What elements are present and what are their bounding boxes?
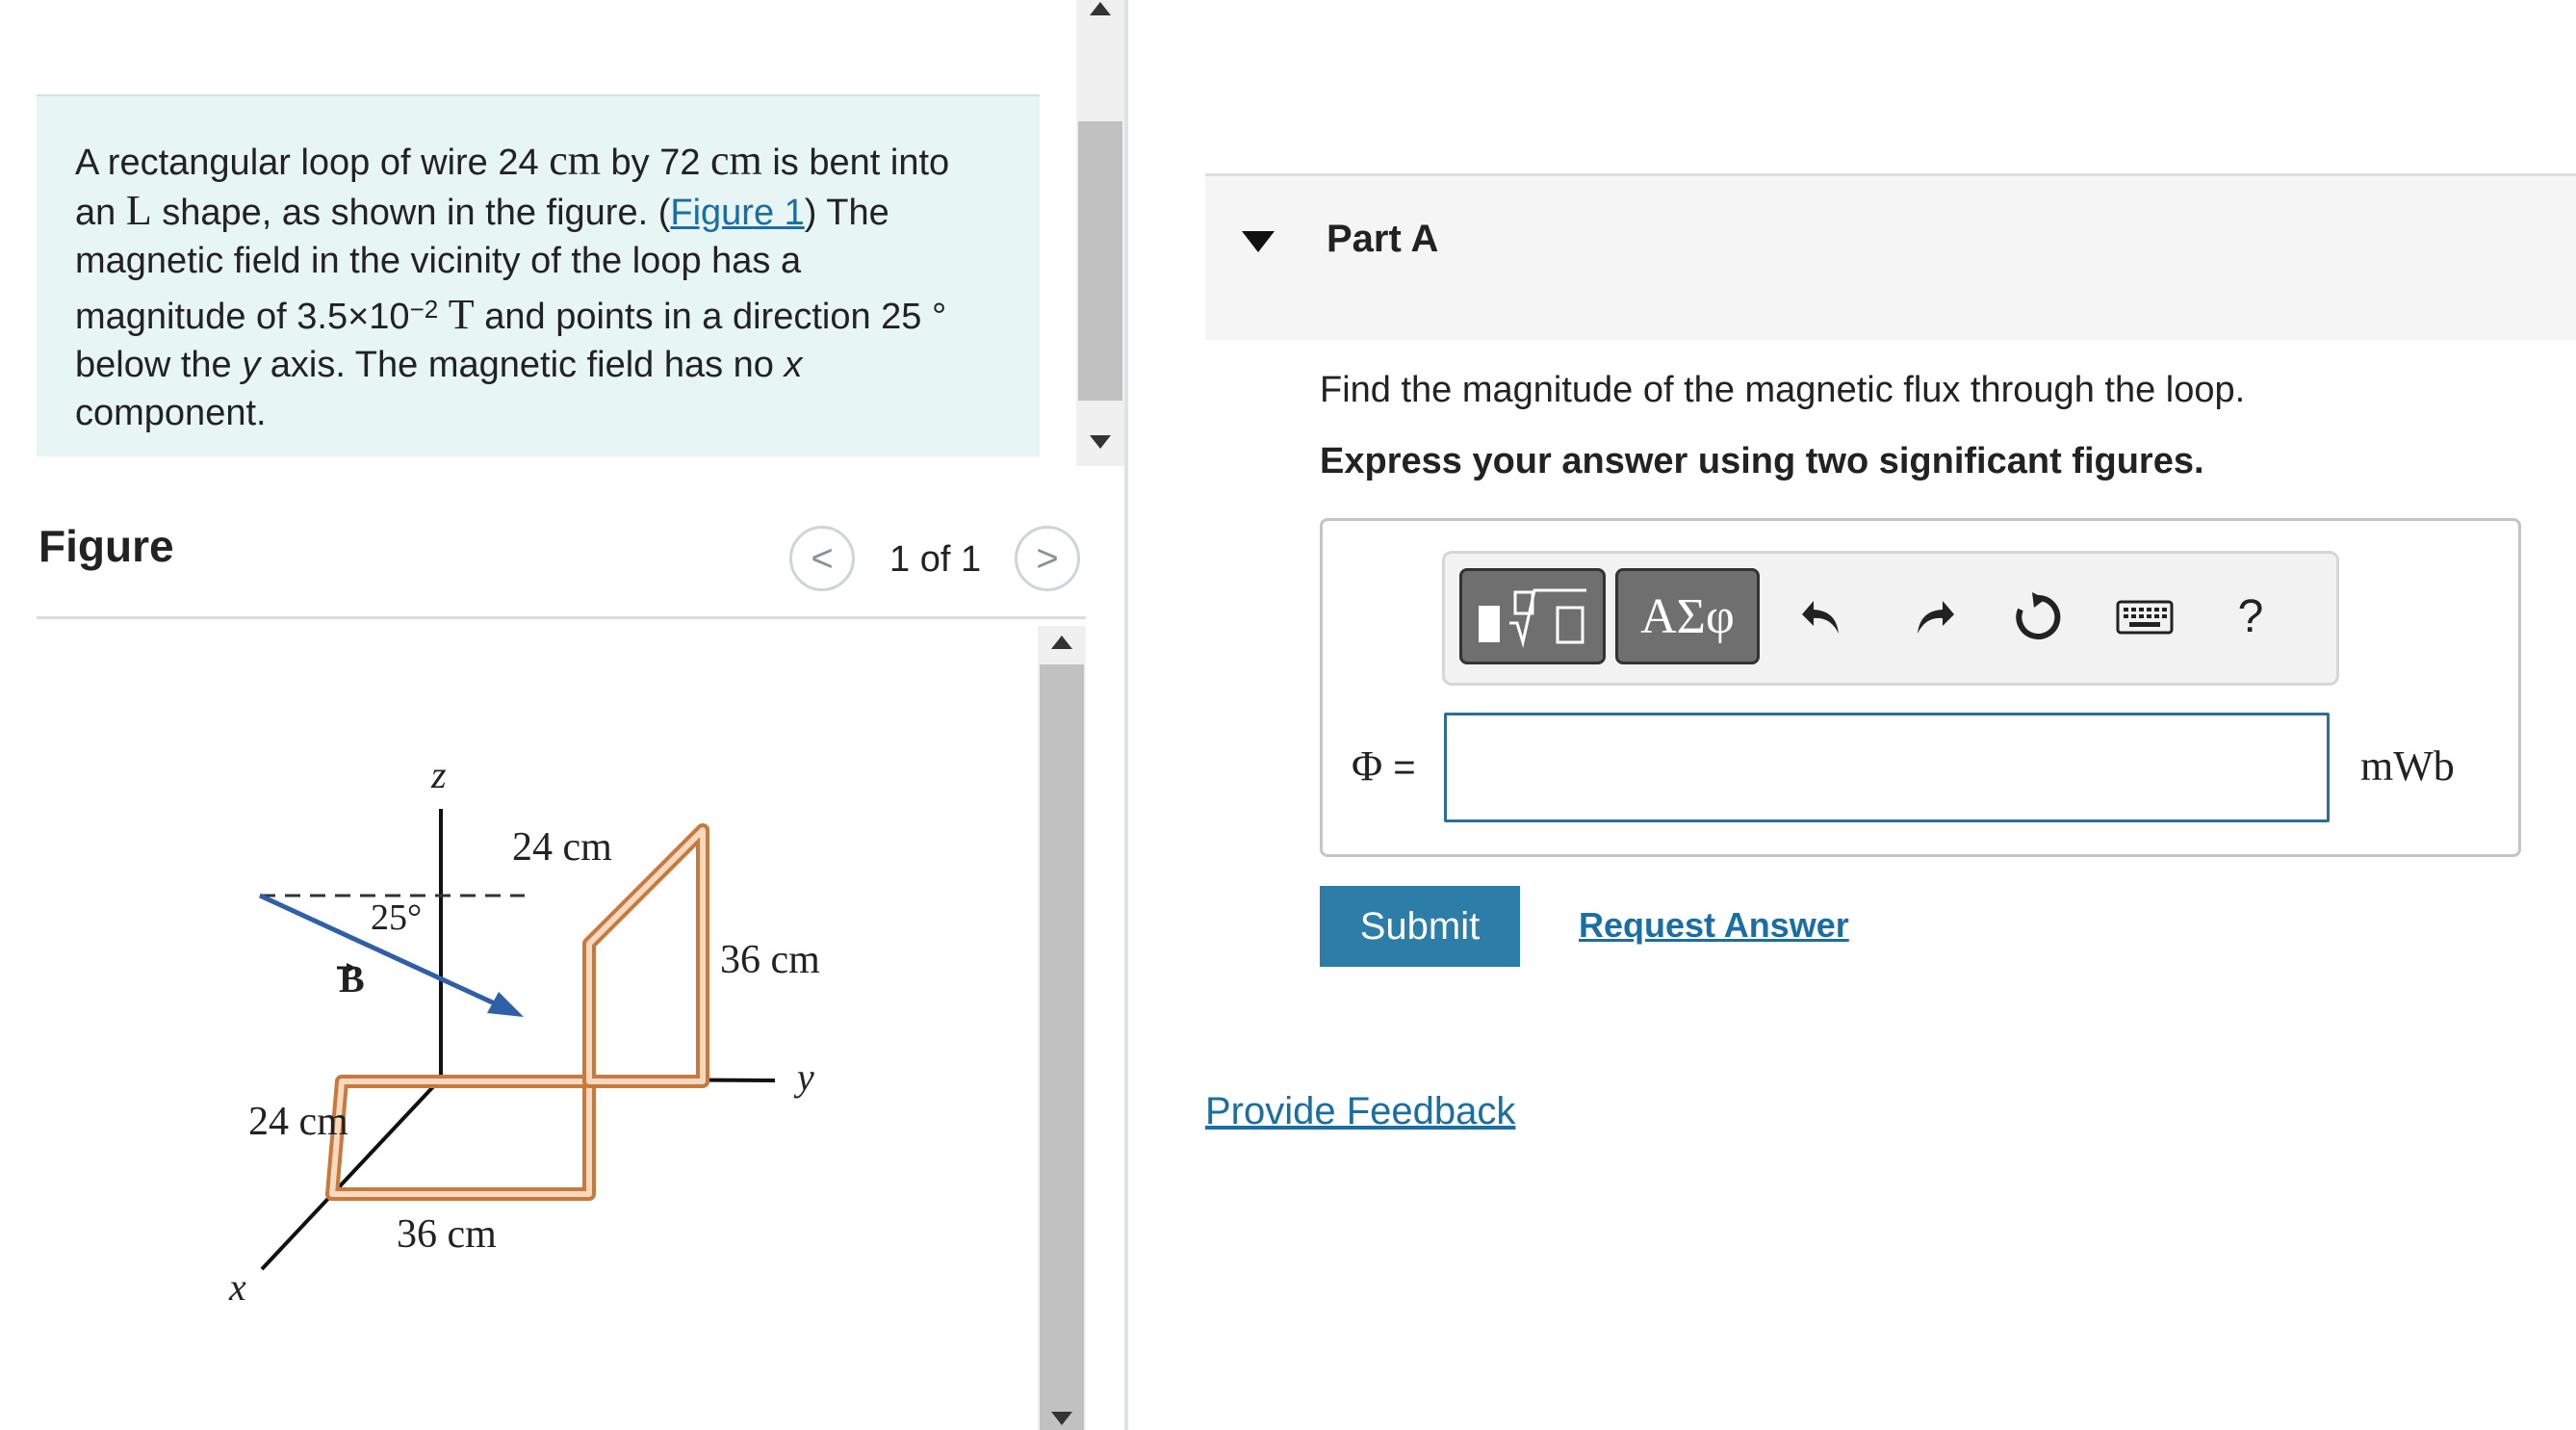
side-length-label: 24 cm xyxy=(248,1100,348,1144)
problem-line-6: component. xyxy=(75,389,1001,437)
bottom-length-label: 36 cm xyxy=(397,1212,497,1257)
field-vector-label: B xyxy=(339,957,365,1001)
unit-tesla: T xyxy=(448,291,475,338)
answer-unit: mWb xyxy=(2360,742,2455,790)
undo-button[interactable] xyxy=(1796,589,1850,643)
problem-line-3: magnetic field in the vicinity of the lo… xyxy=(75,237,1001,285)
exponent: −2 xyxy=(409,295,439,324)
problem-text: magnetic field in the vicinity of the lo… xyxy=(75,241,802,281)
redo-icon xyxy=(1918,601,1954,634)
height-label: 36 cm xyxy=(720,938,820,982)
submit-button[interactable]: Submit xyxy=(1320,886,1520,967)
figure-link[interactable]: Figure 1 xyxy=(670,193,804,233)
pane-divider[interactable] xyxy=(1124,0,1128,1430)
problem-line-1: A rectangular loop of wire 24 cm by 72 c… xyxy=(75,137,1001,187)
chevron-right-icon: > xyxy=(1036,536,1059,580)
problem-statement: A rectangular loop of wire 24 cm by 72 c… xyxy=(37,94,1040,456)
angle-label: 25° xyxy=(371,897,422,938)
equals-sign: = xyxy=(1382,746,1416,789)
axis-x-symbol: x xyxy=(784,345,803,385)
scroll-down-arrow-icon[interactable] xyxy=(1090,435,1111,449)
problem-text: and points in a direction 25 ° xyxy=(474,297,947,337)
templates-button[interactable] xyxy=(1459,568,1606,664)
chevron-left-icon: < xyxy=(811,536,834,580)
redo-button[interactable] xyxy=(1906,589,1960,643)
question-text: Find the magnitude of the magnetic flux … xyxy=(1320,370,2246,410)
provide-feedback-link[interactable]: Provide Feedback xyxy=(1205,1090,1515,1133)
figure-page-count: 1 of 1 xyxy=(889,539,982,580)
y-axis-label: y xyxy=(793,1055,814,1099)
undo-icon xyxy=(1802,601,1839,634)
problem-text: A rectangular loop of wire 24 xyxy=(75,143,550,183)
problem-line-5: below the y axis. The magnetic field has… xyxy=(75,341,1001,389)
keyboard-button[interactable] xyxy=(2114,593,2176,641)
figure-scrollbar-thumb[interactable] xyxy=(1040,664,1084,1430)
z-axis-label: z xyxy=(430,753,447,796)
problem-line-2: an L shape, as shown in the figure. (Fig… xyxy=(75,187,1001,237)
shape-letter: L xyxy=(125,187,152,234)
problem-scrollbar-thumb[interactable] xyxy=(1078,121,1122,401)
loop-figure: z y x B 25° 24 cm 36 cm 24 cm 36 cm xyxy=(228,753,820,1309)
template-icon xyxy=(1479,588,1586,648)
request-answer-link[interactable]: Request Answer xyxy=(1579,905,1849,946)
collapse-caret-icon[interactable] xyxy=(1242,231,1275,252)
problem-text xyxy=(438,297,449,337)
part-title: Part A xyxy=(1327,218,1439,260)
help-button[interactable]: ? xyxy=(2224,587,2278,645)
x-axis-label: x xyxy=(228,1265,246,1309)
next-figure-button[interactable]: > xyxy=(1015,526,1080,591)
answer-input[interactable] xyxy=(1444,713,2330,822)
scroll-up-arrow-icon[interactable] xyxy=(1090,2,1111,15)
answer-variable-label: Φ = xyxy=(1352,741,1416,791)
scroll-down-arrow-icon[interactable] xyxy=(1051,1412,1072,1425)
problem-text: below the xyxy=(75,345,243,385)
axis-y-symbol: y xyxy=(242,345,261,385)
problem-text: by 72 xyxy=(600,143,711,183)
reset-icon xyxy=(2016,592,2061,639)
scroll-up-arrow-icon[interactable] xyxy=(1051,636,1072,649)
figure-heading: Figure xyxy=(39,521,174,571)
keyboard-icon xyxy=(2116,600,2174,635)
prev-figure-button[interactable]: < xyxy=(789,526,855,591)
reset-button[interactable] xyxy=(2008,587,2068,647)
problem-text: ) The xyxy=(804,193,889,233)
instruction-text: Express your answer using two significan… xyxy=(1320,441,2204,481)
top-width-label: 24 cm xyxy=(512,825,612,870)
problem-text: magnitude of 3.5×10 xyxy=(75,297,410,337)
unit-cm: cm xyxy=(549,137,601,184)
problem-line-4: magnitude of 3.5×10−2 T and points in a … xyxy=(75,291,1001,341)
problem-text: an xyxy=(75,193,126,233)
problem-text: shape, as shown in the figure. ( xyxy=(151,193,671,233)
problem-text: axis. The magnetic field has no xyxy=(260,345,785,385)
problem-text: component. xyxy=(75,393,267,433)
problem-text: is bent into xyxy=(761,143,950,183)
unit-cm: cm xyxy=(710,137,762,184)
figure-divider xyxy=(37,616,1086,619)
greek-symbols-button[interactable]: ΑΣφ xyxy=(1615,568,1760,664)
phi-symbol: Φ xyxy=(1352,742,1383,790)
